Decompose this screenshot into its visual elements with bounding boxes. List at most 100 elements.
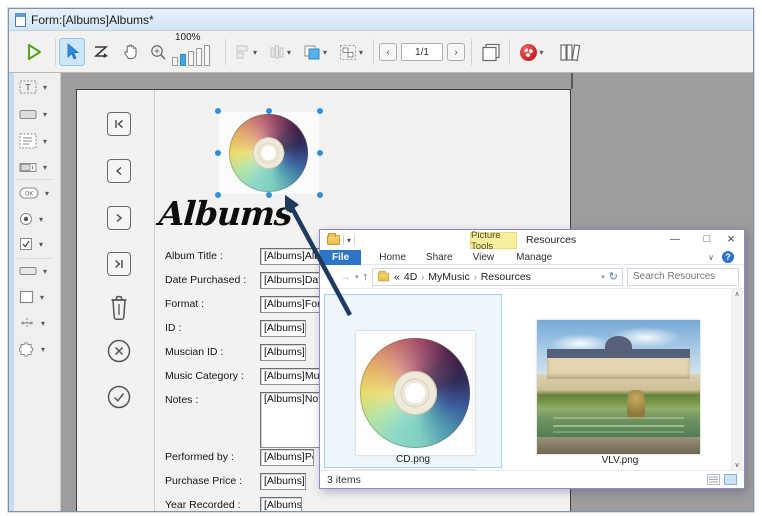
previous-record-button[interactable] xyxy=(107,159,131,183)
field-label[interactable]: Notes : xyxy=(165,394,198,406)
delete-record-button[interactable] xyxy=(106,292,132,318)
chevron-down-icon[interactable]: ▾ xyxy=(39,215,43,224)
field-label[interactable]: Performed by : xyxy=(165,451,234,463)
chevron-down-icon[interactable]: ▾ xyxy=(253,48,257,57)
field-input[interactable]: [Albums] xyxy=(260,320,306,337)
cd-picture-object[interactable] xyxy=(219,112,319,194)
text-tool[interactable]: T ▾ xyxy=(19,77,59,97)
address-box[interactable]: « 4D › MyMusic › Resources ▾ ↻ xyxy=(372,268,623,286)
pointer-tool-button[interactable] xyxy=(59,38,85,66)
file-list-pane[interactable]: CD.png VLV.png ∧ ∨ xyxy=(320,289,744,472)
field-label[interactable]: Date Purchased : xyxy=(165,274,246,286)
selection-handle[interactable] xyxy=(215,108,221,114)
refresh-icon[interactable]: ↻ xyxy=(609,270,618,283)
selection-handle[interactable] xyxy=(317,150,323,156)
zoom-level-bars[interactable] xyxy=(172,45,210,66)
radio-tool[interactable]: ▾ xyxy=(19,209,59,229)
thumbnail-view-icon[interactable] xyxy=(724,474,737,485)
field-input[interactable]: [Albums]Per xyxy=(260,449,314,466)
help-icon[interactable]: ? xyxy=(722,251,734,263)
button-tool[interactable]: OK ▾ xyxy=(19,183,59,203)
crumb-mymusic[interactable]: MyMusic xyxy=(428,271,469,283)
field-input[interactable]: [Albums xyxy=(260,497,302,511)
search-input[interactable] xyxy=(628,271,753,282)
tab-manage[interactable]: Manage xyxy=(506,250,562,265)
zoom-tool-button[interactable] xyxy=(145,38,171,66)
qat-chevron-down-icon[interactable]: ▾ xyxy=(347,236,351,245)
tab-file[interactable]: File xyxy=(320,250,361,265)
file-item-cd[interactable]: CD.png xyxy=(324,294,502,468)
chevron-down-icon[interactable]: ▾ xyxy=(40,293,44,302)
back-icon[interactable]: ← xyxy=(325,271,336,283)
layer-order-button[interactable]: ▾ xyxy=(299,38,331,66)
chevron-down-icon[interactable]: ▾ xyxy=(41,345,45,354)
minimize-button[interactable]: — xyxy=(662,230,688,249)
align-button[interactable]: ▾ xyxy=(231,38,261,66)
crumb-resources[interactable]: Resources xyxy=(481,271,531,283)
scrollbar[interactable]: ∧ ∨ xyxy=(731,289,743,472)
chevron-down-icon[interactable]: ▾ xyxy=(43,267,47,276)
chevron-down-icon[interactable]: ▾ xyxy=(43,163,47,172)
chevron-down-icon[interactable]: ▾ xyxy=(43,83,47,92)
forward-icon[interactable]: → xyxy=(340,271,351,283)
field-label[interactable]: Muscian ID : xyxy=(165,346,223,358)
selection-handle[interactable] xyxy=(317,192,323,198)
input-tool[interactable]: ▾ xyxy=(19,104,59,124)
file-item-vlv[interactable]: VLV.png xyxy=(520,294,720,468)
search-box[interactable] xyxy=(627,268,739,286)
chevron-down-icon[interactable]: ▾ xyxy=(539,48,543,57)
hand-tool-button[interactable] xyxy=(117,38,143,66)
selection-handle[interactable] xyxy=(215,150,221,156)
combobox-tool[interactable]: ▾ xyxy=(19,157,59,177)
selection-handle[interactable] xyxy=(266,108,272,114)
field-label[interactable]: Music Category : xyxy=(165,370,244,382)
form-title-text[interactable]: Albums xyxy=(158,194,293,233)
field-label[interactable]: Format : xyxy=(165,298,204,310)
field-label[interactable]: Purchase Price : xyxy=(165,475,242,487)
previous-page-button[interactable]: ‹ xyxy=(379,38,397,66)
first-record-button[interactable] xyxy=(107,112,131,136)
chevron-down-icon[interactable]: ▾ xyxy=(287,48,291,57)
field-label[interactable]: Album Title : xyxy=(165,250,223,262)
chevron-down-icon[interactable]: ▾ xyxy=(43,137,47,146)
close-button[interactable]: × xyxy=(718,230,744,249)
progress-tool[interactable]: ▾ xyxy=(19,261,59,281)
run-form-button[interactable] xyxy=(19,38,49,66)
tab-home[interactable]: Home xyxy=(369,250,416,265)
next-record-button[interactable] xyxy=(107,206,131,230)
field-label[interactable]: ID : xyxy=(165,322,181,334)
chevron-down-icon[interactable]: ▾ xyxy=(41,319,45,328)
rectangle-tool[interactable]: ▾ xyxy=(19,287,59,307)
details-view-icon[interactable] xyxy=(707,474,720,485)
crumb-4d[interactable]: 4D xyxy=(404,271,417,283)
chevron-down-icon[interactable]: ▾ xyxy=(45,189,49,198)
address-chevron-icon[interactable]: ▾ xyxy=(601,273,605,281)
last-record-button[interactable] xyxy=(107,252,131,276)
checkbox-tool[interactable]: ▾ xyxy=(19,234,59,254)
chevron-down-icon[interactable]: ▾ xyxy=(39,240,43,249)
maximize-button[interactable]: □ xyxy=(694,230,720,249)
cancel-button[interactable] xyxy=(106,338,132,364)
chevron-down-icon[interactable]: ▾ xyxy=(43,110,47,119)
next-page-button[interactable]: › xyxy=(447,38,465,66)
pages-button[interactable] xyxy=(477,38,505,66)
page-indicator-field[interactable]: 1/1 xyxy=(401,38,443,66)
tab-view[interactable]: View xyxy=(463,250,505,265)
field-label[interactable]: Year Recorded : xyxy=(165,499,241,511)
field-input[interactable]: [Albums]P xyxy=(260,473,306,490)
chevron-down-icon[interactable]: ▾ xyxy=(323,48,327,57)
scroll-up-icon[interactable]: ∧ xyxy=(731,289,743,301)
up-icon[interactable]: ↑ xyxy=(363,271,369,283)
history-chevron-icon[interactable]: ▾ xyxy=(355,273,359,281)
picture-tools-tab[interactable]: Picture Tools xyxy=(470,232,517,249)
splitter-tool[interactable]: ▾ xyxy=(19,313,59,333)
ribbon-collapse-icon[interactable]: ∨ xyxy=(708,253,714,262)
object-library-button[interactable] xyxy=(555,38,587,66)
distribute-button[interactable]: ▾ xyxy=(265,38,295,66)
field-input[interactable]: [Albums] xyxy=(260,344,306,361)
validate-button[interactable] xyxy=(106,384,132,410)
group-button[interactable]: ▾ xyxy=(335,38,367,66)
listbox-tool[interactable]: ▾ xyxy=(19,131,59,151)
views-button[interactable]: ▾ xyxy=(515,38,549,66)
tab-share[interactable]: Share xyxy=(416,250,463,265)
